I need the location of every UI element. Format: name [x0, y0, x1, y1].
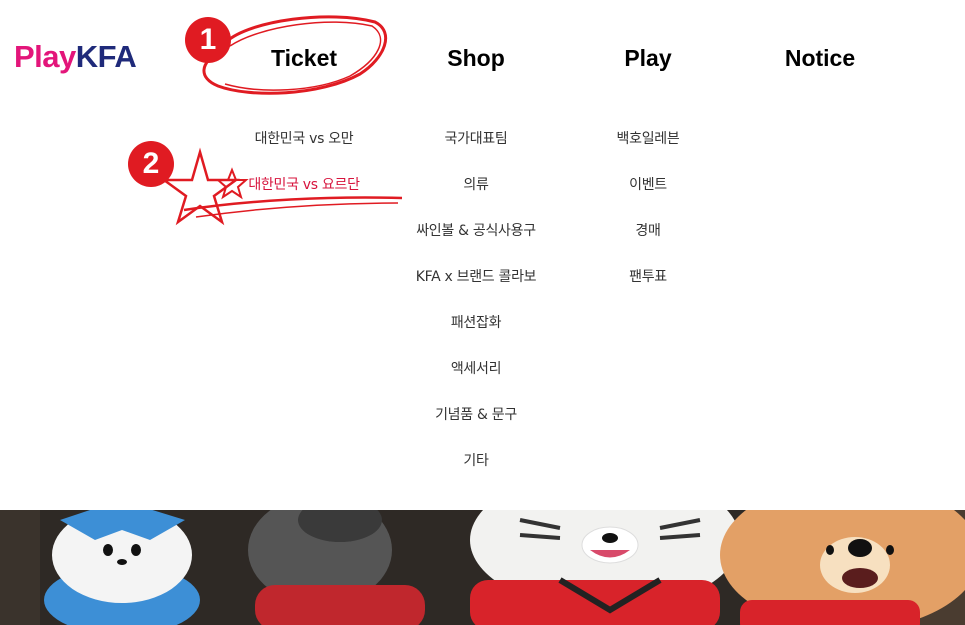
menu-item-jordan-match[interactable]: 대한민국 vs 요르단 — [204, 148, 404, 194]
menu-item-brand-collab[interactable]: KFA x 브랜드 콜라보 — [376, 240, 576, 286]
logo[interactable]: PlayKFA — [14, 37, 137, 77]
step-2-badge: 2 — [128, 141, 174, 187]
menu-item-accessories[interactable]: 액세서리 — [376, 332, 576, 378]
menu-item-auction[interactable]: 경매 — [548, 194, 748, 240]
menu-item-clothing[interactable]: 의류 — [376, 148, 576, 194]
menu-item-fashion-goods[interactable]: 패션잡화 — [376, 286, 576, 332]
menu-item-baekho-eleven[interactable]: 백호일레븐 — [548, 102, 748, 148]
menu-item-etc[interactable]: 기타 — [376, 424, 576, 470]
logo-kfa-text: KFA — [75, 39, 137, 74]
menu-column-ticket: 대한민국 vs 오만 대한민국 vs 요르단 — [204, 102, 404, 194]
nav-play[interactable]: Play — [598, 40, 698, 76]
nav-notice[interactable]: Notice — [770, 40, 870, 76]
menu-item-signed-ball[interactable]: 싸인볼 & 공식사용구 — [376, 194, 576, 240]
hero-banner[interactable] — [0, 510, 965, 625]
menu-item-fan-vote[interactable]: 팬투표 — [548, 240, 748, 286]
menu-column-shop: 국가대표팀 의류 싸인볼 & 공식사용구 KFA x 브랜드 콜라보 패션잡화 … — [376, 102, 576, 470]
nav-ticket[interactable]: Ticket — [254, 40, 354, 76]
menu-column-play: 백호일레븐 이벤트 경매 팬투표 — [548, 102, 748, 286]
step-1-badge: 1 — [185, 17, 231, 63]
menu-item-oman-match[interactable]: 대한민국 vs 오만 — [204, 102, 404, 148]
menu-item-national-team[interactable]: 국가대표팀 — [376, 102, 576, 148]
menu-item-souvenirs[interactable]: 기념품 & 문구 — [376, 378, 576, 424]
menu-item-event[interactable]: 이벤트 — [548, 148, 748, 194]
logo-play-text: Play — [14, 39, 76, 74]
nav-shop[interactable]: Shop — [426, 40, 526, 76]
mascot-illustration — [0, 510, 965, 625]
site-header: PlayKFA Ticket Shop Play Notice — [0, 0, 965, 103]
